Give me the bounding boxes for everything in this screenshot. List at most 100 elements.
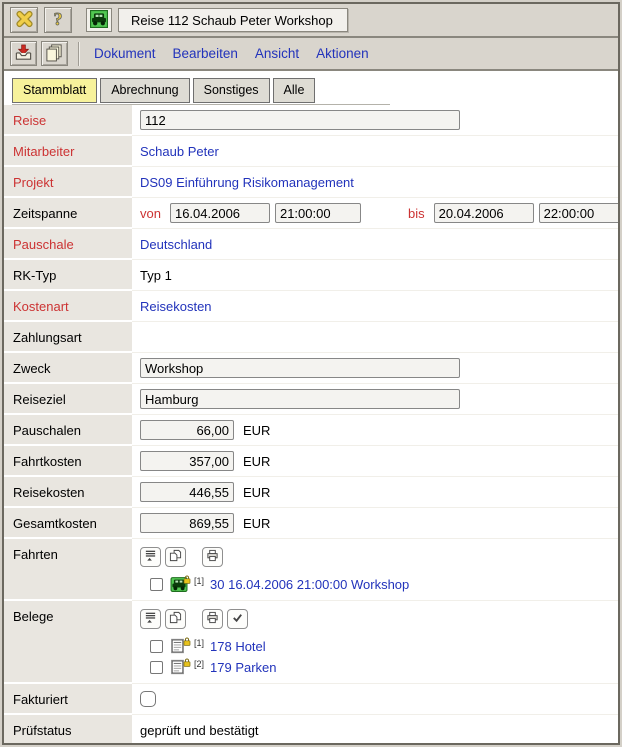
fahrt-item-checkbox[interactable] xyxy=(150,578,163,591)
row-reiseziel: Reiseziel xyxy=(4,384,618,415)
svg-text:?: ? xyxy=(54,9,63,29)
reise-label: Reise xyxy=(4,105,132,136)
belege-copy-button[interactable] xyxy=(165,609,186,629)
bis-label: bis xyxy=(408,206,425,221)
tab-stammblatt[interactable]: Stammblatt xyxy=(12,78,97,103)
fahrt-car-icon xyxy=(170,576,188,593)
fakturiert-label: Fakturiert xyxy=(4,684,132,715)
projekt-link[interactable]: DS09 Einführung Risikomanagement xyxy=(140,175,354,190)
beleg-receipt-icon xyxy=(170,659,188,676)
fahrtkosten-currency: EUR xyxy=(243,454,270,469)
belege-check-button[interactable] xyxy=(227,609,248,629)
reisekosten-label: Reisekosten xyxy=(4,477,132,508)
fahrten-list-button[interactable] xyxy=(140,547,161,567)
von-date-input[interactable] xyxy=(170,203,270,223)
row-kostenart: Kostenart Reisekosten xyxy=(4,291,618,322)
tab-sonstiges[interactable]: Sonstiges xyxy=(193,78,270,103)
row-fahrten: Fahrten xyxy=(4,539,618,601)
fahrt-item: [1] 30 16.04.2006 21:00:00 Workshop xyxy=(150,576,610,593)
kostenart-link[interactable]: Reisekosten xyxy=(140,299,212,314)
pauschalen-input[interactable] xyxy=(140,420,234,440)
reiseziel-input[interactable] xyxy=(140,389,460,409)
help-button[interactable]: ? xyxy=(44,7,72,33)
menu-aktionen[interactable]: Aktionen xyxy=(316,46,369,61)
zweck-label: Zweck xyxy=(4,353,132,384)
row-pauschale: Pauschale Deutschland xyxy=(4,229,618,260)
row-pauschalen: Pauschalen EUR xyxy=(4,415,618,446)
belege-list-button[interactable] xyxy=(140,609,161,629)
reisekosten-currency: EUR xyxy=(243,485,270,500)
toolbar: Dokument Bearbeiten Ansicht Aktionen xyxy=(4,38,618,71)
zeitspanne-label: Zeitspanne xyxy=(4,198,132,229)
beleg-item-checkbox[interactable] xyxy=(150,661,163,674)
beleg-item: [1] 178 Hotel xyxy=(150,638,610,655)
von-time-input[interactable] xyxy=(275,203,361,223)
pruefstatus-value: geprüft und bestätigt xyxy=(140,723,259,738)
reise-input[interactable] xyxy=(140,110,460,130)
pruefstatus-label: Prüfstatus xyxy=(4,715,132,743)
tab-alle[interactable]: Alle xyxy=(273,78,316,103)
row-pruefstatus: Prüfstatus geprüft und bestätigt xyxy=(4,715,618,743)
pages-icon xyxy=(45,43,64,65)
beleg-item-checkbox[interactable] xyxy=(150,640,163,653)
titlebar: ? Reise 112 Schaub Peter Workshop xyxy=(4,4,618,38)
reisekosten-input[interactable] xyxy=(140,482,234,502)
row-projekt: Projekt DS09 Einführung Risikomanagement xyxy=(4,167,618,198)
fahrt-item-index: [1] xyxy=(194,576,204,586)
row-fahrtkosten: Fahrtkosten EUR xyxy=(4,446,618,477)
fakturiert-checkbox[interactable] xyxy=(140,691,156,707)
reiseziel-label: Reiseziel xyxy=(4,384,132,415)
zweck-input[interactable] xyxy=(140,358,460,378)
gesamtkosten-currency: EUR xyxy=(243,516,270,531)
rk-typ-value: Typ 1 xyxy=(140,268,172,283)
tab-abrechnung[interactable]: Abrechnung xyxy=(100,78,189,103)
beleg-item: [2] 179 Parken xyxy=(150,659,610,676)
row-mitarbeiter: Mitarbeiter Schaub Peter xyxy=(4,136,618,167)
gesamtkosten-input[interactable] xyxy=(140,513,234,533)
gesamtkosten-label: Gesamtkosten xyxy=(4,508,132,539)
belege-print-button[interactable] xyxy=(202,609,223,629)
print-icon xyxy=(206,611,219,627)
lock-icon xyxy=(183,634,191,649)
row-reisekosten: Reisekosten EUR xyxy=(4,477,618,508)
check-icon xyxy=(231,611,244,627)
projekt-label: Projekt xyxy=(4,167,132,198)
bis-time-input[interactable] xyxy=(539,203,618,223)
copy-icon xyxy=(169,549,182,565)
fahrten-label: Fahrten xyxy=(4,539,132,601)
row-belege: Belege xyxy=(4,601,618,684)
fahrtkosten-input[interactable] xyxy=(140,451,234,471)
beleg-item-link[interactable]: 178 Hotel xyxy=(210,639,266,654)
archive-button[interactable] xyxy=(10,41,37,66)
car-icon xyxy=(90,10,108,31)
list-icon xyxy=(144,549,157,565)
mitarbeiter-link[interactable]: Schaub Peter xyxy=(140,144,219,159)
archive-inbox-icon xyxy=(14,43,33,65)
menu-ansicht[interactable]: Ansicht xyxy=(255,46,299,61)
window-title: Reise 112 Schaub Peter Workshop xyxy=(118,8,348,32)
pauschale-link[interactable]: Deutschland xyxy=(140,237,212,252)
toolbar-separator xyxy=(78,42,80,66)
close-button[interactable] xyxy=(10,7,38,33)
menu-dokument[interactable]: Dokument xyxy=(94,46,156,61)
beleg-item-index: [1] xyxy=(194,638,204,648)
fahrten-print-button[interactable] xyxy=(202,547,223,567)
kostenart-label: Kostenart xyxy=(4,291,132,322)
bis-date-input[interactable] xyxy=(434,203,534,223)
row-zahlungsart: Zahlungsart xyxy=(4,322,618,353)
menubar: Dokument Bearbeiten Ansicht Aktionen xyxy=(94,46,369,61)
menu-bearbeiten[interactable]: Bearbeiten xyxy=(173,46,238,61)
fahrten-copy-button[interactable] xyxy=(165,547,186,567)
belege-label: Belege xyxy=(4,601,132,684)
fahrt-item-link[interactable]: 30 16.04.2006 21:00:00 Workshop xyxy=(210,577,409,592)
pauschale-label: Pauschale xyxy=(4,229,132,260)
beleg-item-link[interactable]: 179 Parken xyxy=(210,660,277,675)
row-zeitspanne: Zeitspanne von bis xyxy=(4,198,618,229)
mitarbeiter-label: Mitarbeiter xyxy=(4,136,132,167)
copy-pages-button[interactable] xyxy=(41,41,68,66)
beleg-receipt-icon xyxy=(170,638,188,655)
form: Reise Mitarbeiter Schaub Peter Projekt D… xyxy=(4,105,618,743)
travel-document-button[interactable] xyxy=(86,8,112,32)
row-reise: Reise xyxy=(4,105,618,136)
von-label: von xyxy=(140,206,161,221)
